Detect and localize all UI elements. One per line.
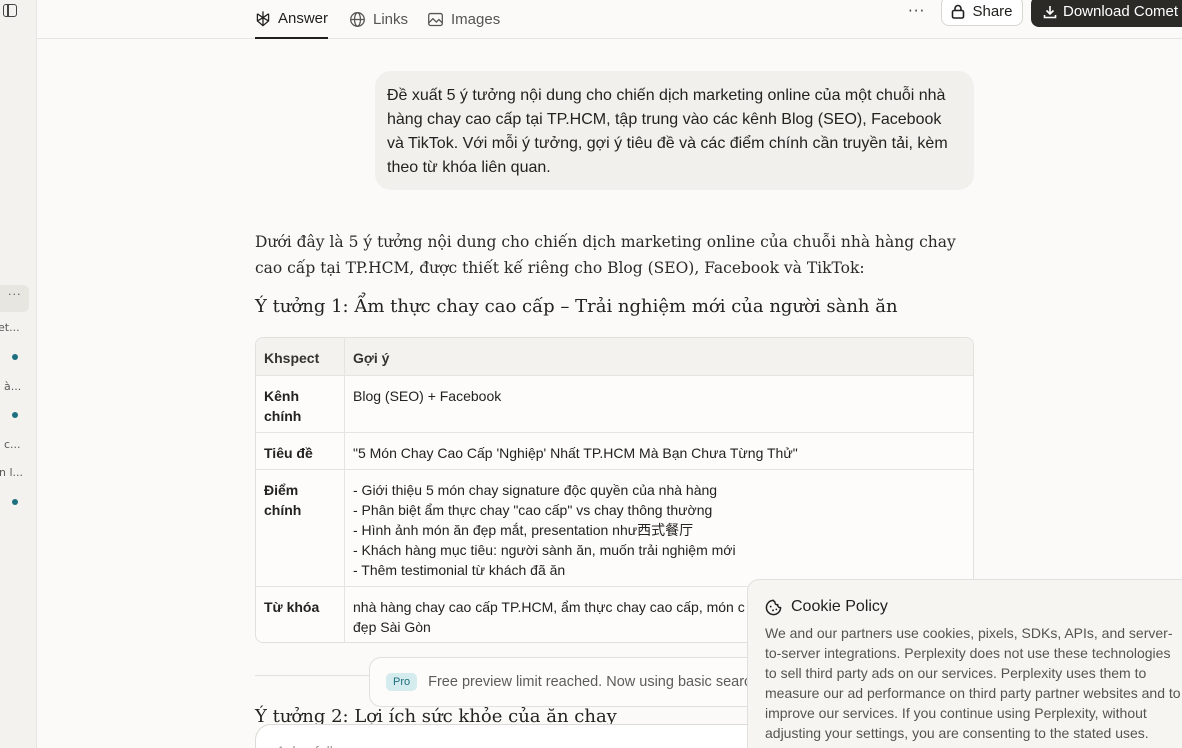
tab-answer[interactable]: Answer [255,0,328,39]
user-query-bubble: Đề xuất 5 ý tưởng nội dung cho chiến dịc… [375,71,974,190]
unread-dot-icon [12,354,18,360]
globe-icon [350,12,365,27]
lock-icon [952,4,965,19]
table-row: Kênh chính Blog (SEO) + Facebook [256,376,973,433]
table-row: Tiêu đề "5 Món Chay Cao Cấp 'Nghiệp' Nhấ… [256,433,973,470]
download-comet-button[interactable]: Download Comet [1031,0,1182,27]
tab-links[interactable]: Links [349,0,408,39]
sidebar-item[interactable]: c... [4,438,21,451]
table-header-cell: Gợi ý [353,350,390,366]
cookie-title: Cookie Policy [791,598,888,615]
table-row: Điểm chính - Giới thiệu 5 món chay signa… [256,470,973,587]
download-icon [1043,5,1057,18]
sidebar-item[interactable]: et... [0,321,20,334]
answer-intro: Dưới đây là 5 ý tưởng nội dung cho chiến… [255,233,956,277]
table-cell-value: Blog (SEO) + Facebook [353,388,502,404]
table-cell-label: Kênh chính [256,376,345,432]
tab-images[interactable]: Images [427,0,500,39]
cookie-text: We and our partners use cookies, pixels,… [765,625,1181,741]
sidebar-item[interactable]: n l... [0,466,23,479]
table-cell-value: - Giới thiệu 5 món chay signature độc qu… [353,482,736,578]
pro-badge: Pro [386,673,418,691]
share-button[interactable]: Share [941,0,1023,26]
idea-1-heading: Ý tưởng 1: Ẩm thực chay cao cấp – Trải n… [255,296,898,317]
pro-limit-text: Free preview limit reached. Now using ba… [428,674,760,690]
table-header-cell: Khspect [256,338,345,375]
cookie-icon [765,599,782,615]
table-cell-label: Từ khóa [256,587,345,642]
sidebar-more-icon[interactable]: ··· [8,288,22,301]
sidebar-toggle-icon[interactable] [3,4,17,17]
unread-dot-icon [12,412,18,418]
table-cell-label: Điểm chính [256,470,345,586]
sidebar-item[interactable]: à... [4,380,21,393]
more-options-icon[interactable]: ··· [908,2,925,20]
top-bar: Answer Links Images ··· Share Download C… [37,0,1182,39]
left-sidebar: ··· et... à... c... n l... [0,0,37,748]
pro-limit-notice: Pro Free preview limit reached. Now usin… [369,657,789,707]
perplexity-icon [256,11,270,27]
unread-dot-icon [12,499,18,505]
table-cell-label: Tiêu đề [256,433,345,469]
table-cell-value: "5 Món Chay Cao Cấp 'Nghiệp' Nhất TP.HCM… [353,445,798,461]
image-icon [428,12,443,27]
table-header-row: Khspect Gợi ý [256,338,973,376]
cookie-policy-dialog: Cookie Policy We and our partners use co… [747,579,1182,748]
